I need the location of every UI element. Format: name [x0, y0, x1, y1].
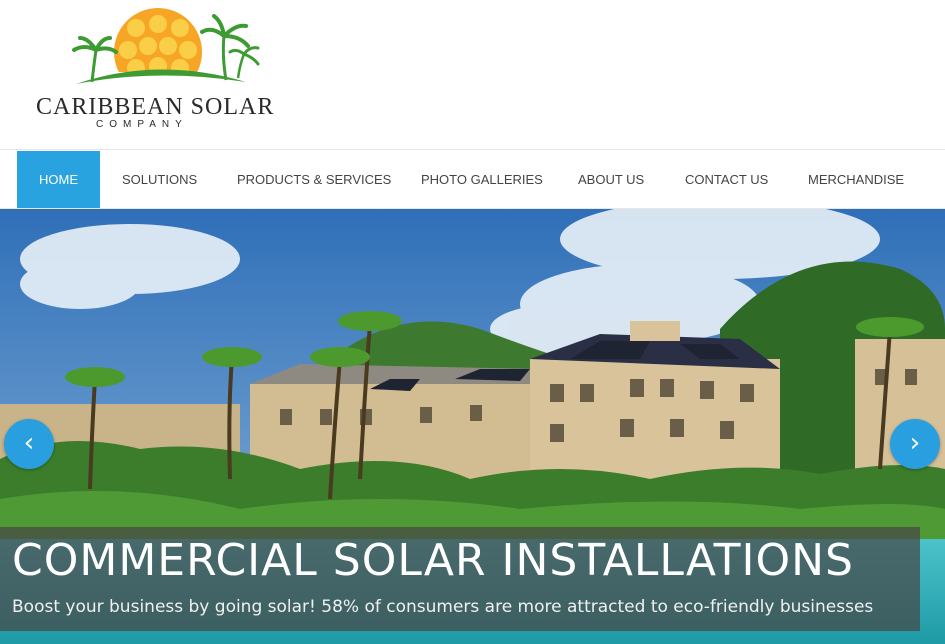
sun-with-palms-logo [72, 8, 260, 96]
hero-slider: ‹ › COMMERCIAL SOLAR INSTALLATIONS Boost… [0, 209, 945, 644]
site-logo[interactable]: CARIBBEAN SOLAR COMPANY [36, 6, 286, 136]
nav-item-contact-us[interactable]: CONTACT US [663, 151, 790, 208]
slider-next-button[interactable]: › [890, 419, 940, 469]
site-header: CARIBBEAN SOLAR COMPANY [0, 0, 945, 150]
chevron-left-icon: ‹ [23, 428, 35, 458]
slide-subtitle: Boost your business by going solar! 58% … [12, 597, 874, 617]
slide-title: COMMERCIAL SOLAR INSTALLATIONS [12, 535, 854, 586]
brand-name: CARIBBEAN SOLAR [36, 94, 275, 120]
brand-subtitle: COMPANY [96, 119, 188, 130]
nav-item-about-us[interactable]: ABOUT US [556, 151, 666, 208]
chevron-right-icon: › [909, 428, 921, 458]
nav-item-products-services[interactable]: PRODUCTS & SERVICES [215, 151, 413, 208]
slider-prev-button[interactable]: ‹ [4, 419, 54, 469]
nav-item-merchandise[interactable]: MERCHANDISE [786, 151, 926, 208]
main-navigation: HOME SOLUTIONS PRODUCTS & SERVICES PHOTO… [0, 149, 945, 209]
nav-item-home[interactable]: HOME [17, 151, 100, 208]
nav-item-solutions[interactable]: SOLUTIONS [100, 151, 219, 208]
slide-caption: COMMERCIAL SOLAR INSTALLATIONS Boost you… [0, 527, 920, 631]
nav-item-photo-galleries[interactable]: PHOTO GALLERIES [399, 151, 565, 208]
